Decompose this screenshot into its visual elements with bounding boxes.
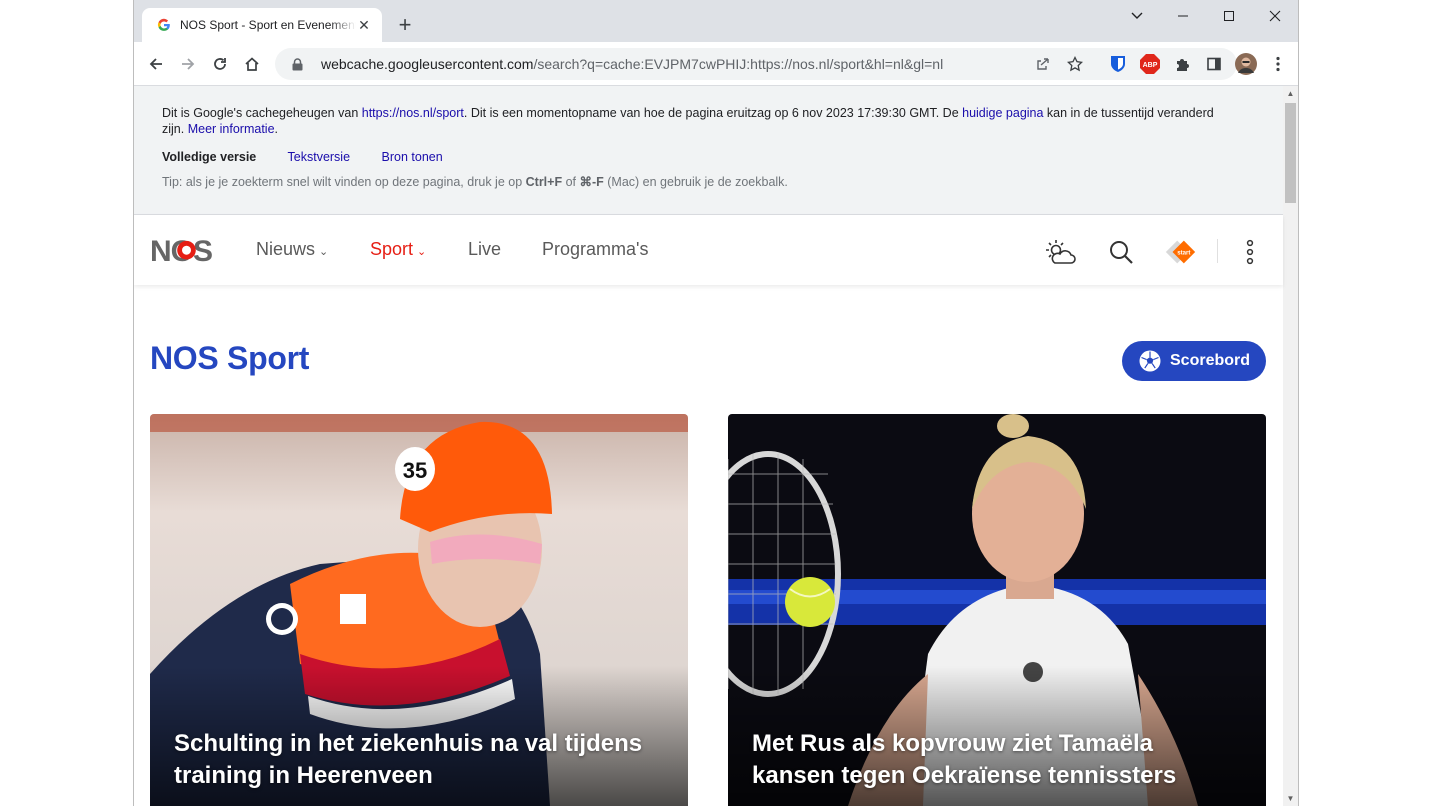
page-scrollbar[interactable]: ▲ ▼ xyxy=(1283,86,1298,806)
page-title: NOS Sport xyxy=(150,340,310,376)
svg-text:ABP: ABP xyxy=(1143,62,1158,69)
url-host: webcache.googleusercontent.com xyxy=(321,56,534,72)
browser-toolbar: webcache.googleusercontent.com/search?q=… xyxy=(134,42,1298,86)
football-icon xyxy=(1139,350,1161,372)
google-favicon-icon xyxy=(156,17,172,33)
extensions-puzzle-icon[interactable] xyxy=(1168,50,1196,78)
maximize-icon[interactable] xyxy=(1206,0,1252,32)
side-panel-icon[interactable] xyxy=(1200,50,1228,78)
text-version-link[interactable]: Tekstversie xyxy=(288,150,351,164)
browser-tab[interactable]: NOS Sport - Sport en Evenementen ✕ xyxy=(142,8,382,42)
scoreboard-label: Scorebord xyxy=(1170,352,1251,369)
cache-text: . xyxy=(274,122,279,136)
home-icon[interactable] xyxy=(238,50,266,78)
scroll-up-icon[interactable]: ▲ xyxy=(1283,86,1298,101)
adblock-extension-icon[interactable]: ABP xyxy=(1136,50,1164,78)
url-text[interactable]: webcache.googleusercontent.com/search?q=… xyxy=(321,56,943,72)
more-info-link[interactable]: Meer informatie xyxy=(188,122,275,136)
article-title[interactable]: Met Rus als kopvrouw ziet Tamaëla kansen… xyxy=(752,728,1242,792)
address-bar[interactable]: webcache.googleusercontent.com/search?q=… xyxy=(275,48,1237,80)
nav-sport[interactable]: Sport ⌄ xyxy=(370,239,426,260)
cached-url-link[interactable]: https://nos.nl/sport xyxy=(362,106,464,120)
tab-search-chevron-icon[interactable] xyxy=(1114,0,1160,32)
cache-text: . Dit is een momentopname van hoe de pag… xyxy=(463,106,963,120)
tab-strip: NOS Sport - Sport en Evenementen ✕ + xyxy=(134,0,1298,42)
article-card[interactable]: Met Rus als kopvrouw ziet Tamaëla kansen… xyxy=(728,414,1266,806)
profile-avatar[interactable] xyxy=(1232,50,1260,78)
window-close-icon[interactable] xyxy=(1252,0,1298,32)
new-tab-button[interactable]: + xyxy=(392,12,418,38)
url-path: /search?q=cache:EVJPM7cwPHIJ:https://nos… xyxy=(533,56,944,72)
more-menu-icon[interactable] xyxy=(1233,235,1267,269)
full-version-label: Volledige versie xyxy=(162,150,257,164)
browser-menu-icon[interactable] xyxy=(1264,50,1292,78)
cache-notice: Dit is Google's cachegeheugen van https:… xyxy=(162,105,1222,137)
scoreboard-button[interactable]: Scorebord xyxy=(1122,341,1266,381)
search-icon[interactable] xyxy=(1104,235,1138,269)
weather-icon[interactable] xyxy=(1043,235,1077,269)
cache-version-links: Volledige versie Tekstversie Bron tonen xyxy=(162,150,443,164)
article-card[interactable]: 35 Schulting in het ziekenhuis na val ti… xyxy=(150,414,688,806)
forward-icon[interactable] xyxy=(174,50,202,78)
current-page-link[interactable]: huidige pagina xyxy=(962,106,1043,120)
bitwarden-extension-icon[interactable] xyxy=(1104,50,1132,78)
article-title[interactable]: Schulting in het ziekenhuis na val tijde… xyxy=(174,728,664,792)
cache-text: Dit is Google's cachegeheugen van xyxy=(162,106,362,120)
bookmark-star-icon[interactable] xyxy=(1065,54,1085,74)
minimize-icon[interactable] xyxy=(1160,0,1206,32)
tab-title: NOS Sport - Sport en Evenementen xyxy=(180,18,356,32)
nav-label: Nieuws xyxy=(256,239,316,259)
google-cache-banner: Dit is Google's cachegeheugen van https:… xyxy=(134,86,1283,215)
chevron-down-icon: ⌄ xyxy=(319,246,329,258)
tip-text: of xyxy=(562,175,580,189)
nav-label: Programma's xyxy=(542,239,649,259)
share-icon[interactable] xyxy=(1033,54,1053,74)
svg-text:35: 35 xyxy=(403,458,427,483)
svg-text:start: start xyxy=(1177,249,1190,256)
tab-close-icon[interactable]: ✕ xyxy=(356,17,372,33)
header-divider xyxy=(1217,239,1218,263)
back-icon[interactable] xyxy=(142,50,170,78)
nos-logo[interactable]: NOS xyxy=(150,235,222,268)
nav-label: Sport xyxy=(370,239,414,259)
show-source-link[interactable]: Bron tonen xyxy=(382,150,443,164)
tip-text: (Mac) en gebruik je de zoekbalk. xyxy=(603,175,788,189)
tip-key: ⌘-F xyxy=(579,175,604,189)
reload-icon[interactable] xyxy=(206,50,234,78)
tip-key: Ctrl+F xyxy=(525,175,563,189)
lock-icon[interactable] xyxy=(289,56,305,72)
nav-nieuws[interactable]: Nieuws ⌄ xyxy=(256,239,328,260)
chevron-down-icon: ⌄ xyxy=(417,246,427,258)
nav-programmas[interactable]: Programma's xyxy=(542,239,648,260)
scroll-down-icon[interactable]: ▼ xyxy=(1283,791,1298,806)
scrollbar-thumb[interactable] xyxy=(1285,103,1296,203)
tip-text: Tip: als je je zoekterm snel wilt vinden… xyxy=(162,175,526,189)
browser-window: NOS Sport - Sport en Evenementen ✕ + web… xyxy=(133,0,1299,806)
npo-start-icon[interactable]: start xyxy=(1164,235,1198,269)
cache-tip: Tip: als je je zoekterm snel wilt vinden… xyxy=(162,174,788,189)
nav-live[interactable]: Live xyxy=(468,239,501,260)
nos-header: NOS Nieuws⌄ Sport⌄ Live Programma's xyxy=(134,215,1283,285)
nav-label: Live xyxy=(468,239,502,259)
